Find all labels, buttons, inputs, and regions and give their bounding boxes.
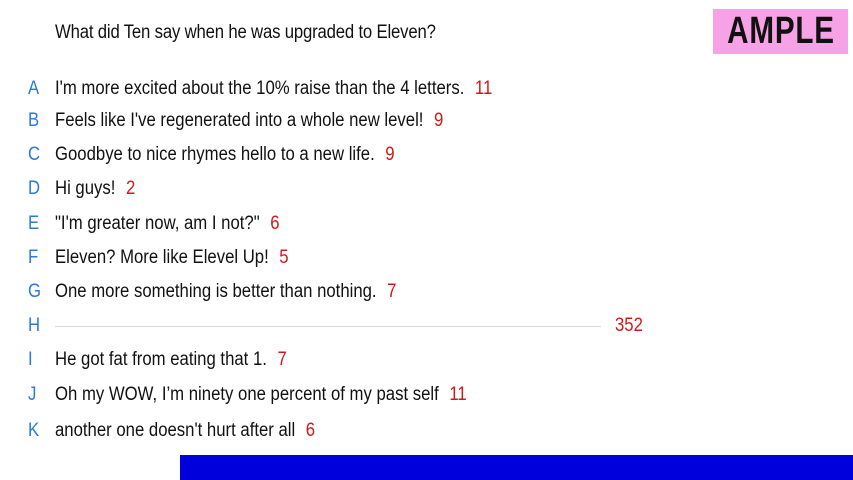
- answer-score: 6: [305, 420, 316, 441]
- logo: AMPLE: [713, 9, 848, 54]
- answer-letter: E: [28, 213, 40, 234]
- logo-text: AMPLE: [726, 10, 835, 52]
- answer-letter: D: [28, 178, 41, 199]
- answer-letter: F: [28, 247, 39, 268]
- answer-row-j: J Oh my WOW, I’m ninety one percent of m…: [0, 381, 853, 409]
- answer-score: 5: [279, 247, 289, 268]
- answer-text: Oh my WOW, I’m ninety one percent of my …: [55, 384, 439, 405]
- answer-row-f: F Eleven? More like Elevel Up! 5: [0, 244, 853, 272]
- blank-answer-line: [55, 326, 601, 327]
- answer-letter: J: [28, 384, 37, 405]
- answer-row-g: G One more something is better than noth…: [0, 278, 853, 306]
- answer-letter: G: [28, 281, 42, 302]
- footer-bar: [180, 455, 853, 480]
- answer-letter: K: [28, 420, 40, 441]
- answer-row-i: I He got fat from eating that 1. 7: [0, 346, 853, 374]
- answer-text: Feels like I've regenerated into a whole…: [55, 110, 424, 131]
- answer-row-h: H 352: [0, 312, 853, 340]
- answer-text: "I'm greater now, am I not?": [55, 213, 260, 234]
- answer-row-d: D Hi guys! 2: [0, 175, 853, 203]
- answer-score: 9: [385, 144, 395, 165]
- answer-letter: B: [28, 110, 40, 131]
- answer-score: 7: [277, 349, 287, 370]
- answer-text: I'm more excited about the 10% raise tha…: [55, 78, 465, 99]
- answer-score: 2: [125, 178, 136, 199]
- answer-text: Goodbye to nice rhymes hello to a new li…: [55, 144, 375, 165]
- answer-letter: I: [28, 349, 33, 370]
- answer-score: 11: [474, 78, 493, 99]
- answer-row-c: C Goodbye to nice rhymes hello to a new …: [0, 141, 853, 169]
- answer-score: 11: [449, 384, 467, 405]
- answer-letter: A: [28, 78, 40, 99]
- question-title: What did Ten say when he was upgraded to…: [55, 22, 436, 43]
- answer-text: Eleven? More like Elevel Up!: [55, 247, 269, 268]
- answer-row-a: A I'm more excited about the 10% raise t…: [0, 75, 853, 103]
- answer-score: 6: [270, 213, 280, 234]
- answer-text: another one doesn't hurt after all: [55, 420, 296, 441]
- answer-row-b: B Feels like I've regenerated into a who…: [0, 107, 853, 135]
- answer-row-e: E "I'm greater now, am I not?" 6: [0, 210, 853, 238]
- answer-score: 7: [387, 281, 397, 302]
- answer-score: 9: [434, 110, 444, 131]
- answer-letter: H: [28, 315, 41, 336]
- answer-row-k: K another one doesn't hurt after all 6: [0, 417, 853, 445]
- answer-text: He got fat from eating that 1.: [55, 349, 267, 370]
- answer-text: Hi guys!: [55, 178, 116, 199]
- answer-letter: C: [28, 144, 41, 165]
- answer-text: One more something is better than nothin…: [55, 281, 377, 302]
- answer-score: 352: [615, 315, 643, 336]
